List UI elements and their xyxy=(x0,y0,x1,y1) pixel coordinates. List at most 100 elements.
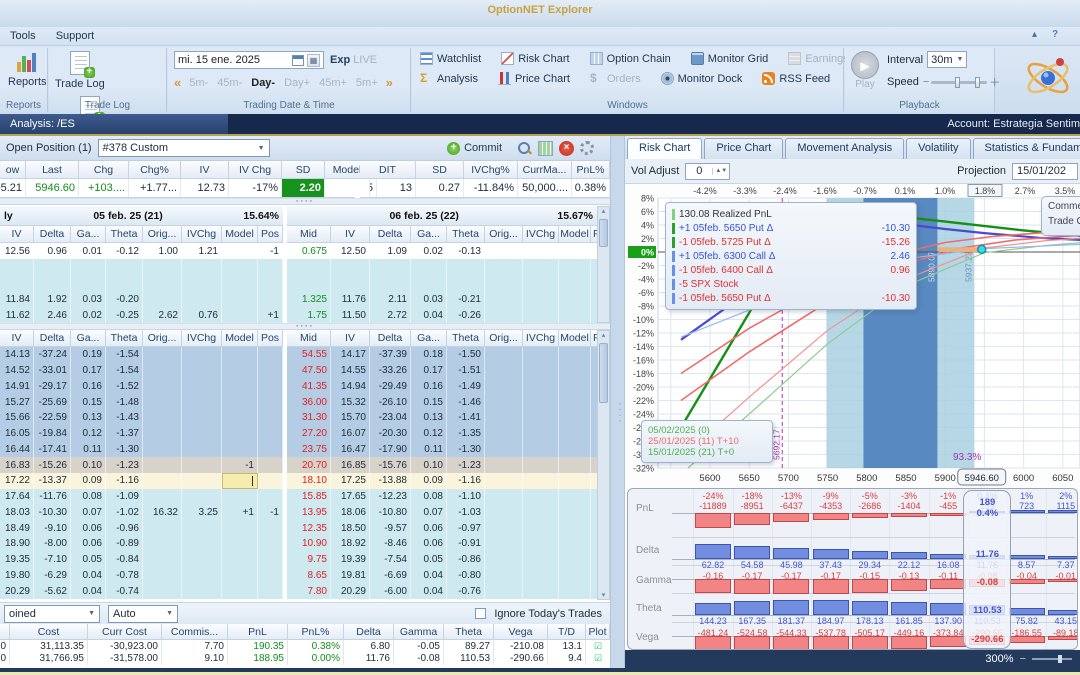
right-panel-tab[interactable]: Price Chart xyxy=(704,138,784,159)
calls-expiry-header-1[interactable]: ly 05 feb. 25 (21) 15.64% xyxy=(0,206,283,226)
option-row[interactable]: 12.56 0.96 0.01 -0.12 1.00 1.21 -1 xyxy=(0,243,283,259)
position-legend[interactable]: 130.08 Realized PnL +1 05feb. 5650 Put Δ-… xyxy=(665,202,917,310)
ribbon-window-button[interactable]: Option Chain xyxy=(586,50,675,67)
search-icon[interactable] xyxy=(517,141,532,156)
option-row[interactable]: 17.64 -11.76 0.08 -1.09 xyxy=(0,488,283,505)
projection-date-input[interactable]: 15/01/202 xyxy=(1012,162,1078,180)
analysis-tab[interactable]: Analysis: /ES xyxy=(0,114,228,134)
date-nav-step[interactable]: Day+ xyxy=(284,77,310,89)
option-row[interactable]: 16.83 -15.26 0.10 -1.23 -1 xyxy=(0,457,283,473)
option-row[interactable]: 13.95 18.06 -10.80 0.07 -1.03 xyxy=(287,504,598,521)
panel-splitter[interactable] xyxy=(610,136,626,668)
export-icon[interactable] xyxy=(538,140,553,156)
ribbon-window-button[interactable]: Watchlist xyxy=(416,50,485,67)
settings-gear-icon[interactable] xyxy=(580,141,594,155)
commit-button[interactable]: + Commit xyxy=(438,140,511,157)
zoom-slider[interactable] xyxy=(1032,655,1072,663)
date-nav-step[interactable]: 45m+ xyxy=(319,77,347,89)
exp-label[interactable]: Exp xyxy=(330,54,350,66)
option-row[interactable] xyxy=(287,275,598,291)
option-row[interactable]: 47.50 14.55 -33.26 0.17 -1.51 xyxy=(287,362,598,379)
option-row[interactable]: 41.35 14.94 -29.49 0.16 -1.49 xyxy=(287,378,598,395)
ribbon-window-button[interactable]: Monitor Dock xyxy=(657,70,747,87)
ribbon-window-button[interactable]: RSS Feed xyxy=(758,70,834,87)
option-row[interactable]: 1.325 11.76 2.11 0.03 -0.21 xyxy=(287,291,598,307)
auto-mode-select[interactable]: Auto ▼ xyxy=(108,604,178,623)
option-row[interactable]: 36.00 15.32 -26.10 0.15 -1.46 xyxy=(287,394,598,410)
ribbon-window-button[interactable]: Earnings xyxy=(784,50,852,67)
puts-scrollbar[interactable]: ▴ ▾ xyxy=(597,330,610,600)
option-row[interactable]: 20.70 16.85 -15.76 0.10 -1.23 xyxy=(287,457,598,473)
option-row[interactable]: 15.66 -22.59 0.13 -1.43 xyxy=(0,410,283,426)
option-row[interactable]: 15.85 17.65 -12.23 0.08 -1.10 xyxy=(287,488,598,505)
option-row[interactable]: 18.03 -10.30 0.07 -1.02 16.32 3.25 +1 -1 xyxy=(0,504,283,521)
greeks-by-price-grid[interactable]: PnL -24% -11889 -18% -8951 -13% -6437 -9% -4353-… xyxy=(627,488,1078,650)
option-row[interactable]: 54.55 14.17 -37.39 0.18 -1.50 xyxy=(287,347,598,363)
option-row[interactable]: 18.90 -8.00 0.06 -0.89 xyxy=(0,536,283,552)
stepper-arrows-icon[interactable]: ▲▼ xyxy=(712,167,729,175)
option-row[interactable]: 7.80 20.29 -6.00 0.04 -0.76 xyxy=(287,583,598,599)
position-row[interactable]: 0 31,113.35 -30,923.00 7.70 190.35 0.38% 6.80-… xyxy=(0,640,610,653)
date-nav-step[interactable]: 45m- xyxy=(217,77,242,89)
interval-select[interactable]: 30m ▼ xyxy=(927,51,968,68)
option-row[interactable]: 10.90 18.92 -8.46 0.06 -0.91 xyxy=(287,536,598,552)
prev-day-icon[interactable]: « xyxy=(174,75,181,90)
option-row[interactable] xyxy=(0,275,283,291)
strategy-select[interactable]: #378 Custom ▼ xyxy=(97,139,270,157)
time-grid-icon[interactable]: ▦ xyxy=(307,53,320,67)
option-row[interactable]: 18.10 17.25 -13.88 0.09 -1.16 xyxy=(287,473,598,489)
option-row[interactable]: 16.05 -19.84 0.12 -1.37 xyxy=(0,425,283,442)
date-nav-step[interactable]: Day- xyxy=(251,77,275,89)
option-row[interactable]: 0.675 12.50 1.09 0.02 -0.13 xyxy=(287,243,598,259)
ribbon-window-button[interactable]: Risk Chart xyxy=(497,50,573,67)
ribbon-window-button[interactable]: Orders xyxy=(586,70,645,87)
trading-date-input[interactable]: mi. 15 ene. 2025 ▦ xyxy=(174,51,324,69)
option-row[interactable]: 15.27 -25.69 0.15 -1.48 xyxy=(0,394,283,410)
speed-slider[interactable]: − ＋ xyxy=(923,74,1000,90)
splitter-handle[interactable]: ▪▪▪▪ xyxy=(0,323,610,330)
option-row[interactable]: 11.62 2.46 0.02 -0.25 2.62 0.76 +1 xyxy=(0,307,283,323)
ribbon-window-button[interactable]: Price Chart xyxy=(494,70,574,87)
right-panel-tab[interactable]: Volatility xyxy=(906,138,971,159)
menu-item[interactable]: Support xyxy=(46,27,105,45)
calls-expiry-header-2[interactable]: 06 feb. 25 (22) 15.67% xyxy=(287,206,597,226)
option-row[interactable]: 14.91 -29.17 0.16 -1.52 xyxy=(0,378,283,395)
right-panel-tab[interactable]: Statistics & Fundamentals xyxy=(972,138,1080,159)
option-row[interactable]: 31.30 15.70 -23.04 0.13 -1.41 xyxy=(287,410,598,426)
right-panel-tab[interactable]: Movement Analysis xyxy=(785,138,905,159)
option-row[interactable]: 27.20 16.07 -20.30 0.12 -1.35 xyxy=(287,425,598,442)
ignore-trades-checkbox[interactable] xyxy=(475,608,487,619)
ribbon-collapse-icon[interactable]: ▴ xyxy=(1032,29,1037,40)
right-panel-tab[interactable]: Risk Chart xyxy=(627,138,703,159)
calls-scrollbar[interactable]: ▴ xyxy=(597,206,610,323)
risk-chart[interactable]: 5748.595795.755890.075937.235692.176.7%9… xyxy=(625,184,1080,486)
date-nav-step[interactable]: 5m+ xyxy=(356,77,378,89)
option-row[interactable]: 8.65 19.81 -6.69 0.04 -0.80 xyxy=(287,567,598,584)
ribbon-window-button[interactable]: Monitor Grid xyxy=(687,50,773,67)
play-button[interactable]: ▶ Play xyxy=(851,51,879,90)
option-row[interactable]: 20.29 -5.62 0.04 -0.74 xyxy=(0,583,283,599)
option-row[interactable]: 14.13 -37.24 0.19 -1.54 xyxy=(0,347,283,363)
position-row[interactable]: 0 31,766.95 -31,578.00 9.10 188.95 0.00% 11.76… xyxy=(0,652,610,665)
option-row[interactable]: 16.44 -17.41 0.11 -1.30 xyxy=(0,441,283,458)
menu-item[interactable]: Tools xyxy=(0,27,46,45)
reports-button[interactable]: Reports xyxy=(2,48,53,91)
help-icon[interactable]: ? xyxy=(1052,29,1058,40)
option-row[interactable]: 9.75 19.39 -7.54 0.05 -0.86 xyxy=(287,551,598,568)
option-row[interactable]: 12.35 18.50 -9.57 0.06 -0.97 xyxy=(287,520,598,536)
plot-checkbox[interactable]: ☑ xyxy=(586,641,610,652)
option-row[interactable]: 17.22 -13.37 0.09 -1.16 xyxy=(0,473,283,489)
option-row[interactable]: 1.75 11.50 2.72 0.04 -0.26 xyxy=(287,307,598,323)
option-row[interactable]: 23.75 16.47 -17.90 0.11 -1.30 xyxy=(287,441,598,458)
next-day-icon[interactable]: » xyxy=(386,75,393,90)
plot-checkbox[interactable]: ☑ xyxy=(586,653,610,664)
trade-log-button[interactable]: + Trade Log xyxy=(49,48,111,93)
ribbon-window-button[interactable]: Analysis xyxy=(416,70,482,87)
projection-dates-legend[interactable]: 05/02/2025 (0) 25/01/2025 (11) T+10 15/01/… xyxy=(641,420,773,463)
option-row[interactable]: 11.84 1.92 0.03 -0.20 xyxy=(0,291,283,307)
option-row[interactable]: 19.80 -6.29 0.04 -0.78 xyxy=(0,567,283,584)
vol-adjust-stepper[interactable]: 0 ▲▼ xyxy=(685,162,731,180)
option-row[interactable]: 18.49 -9.10 0.06 -0.96 xyxy=(0,520,283,536)
date-nav-step[interactable]: 5m- xyxy=(189,77,208,89)
calendar-icon[interactable] xyxy=(292,54,304,66)
